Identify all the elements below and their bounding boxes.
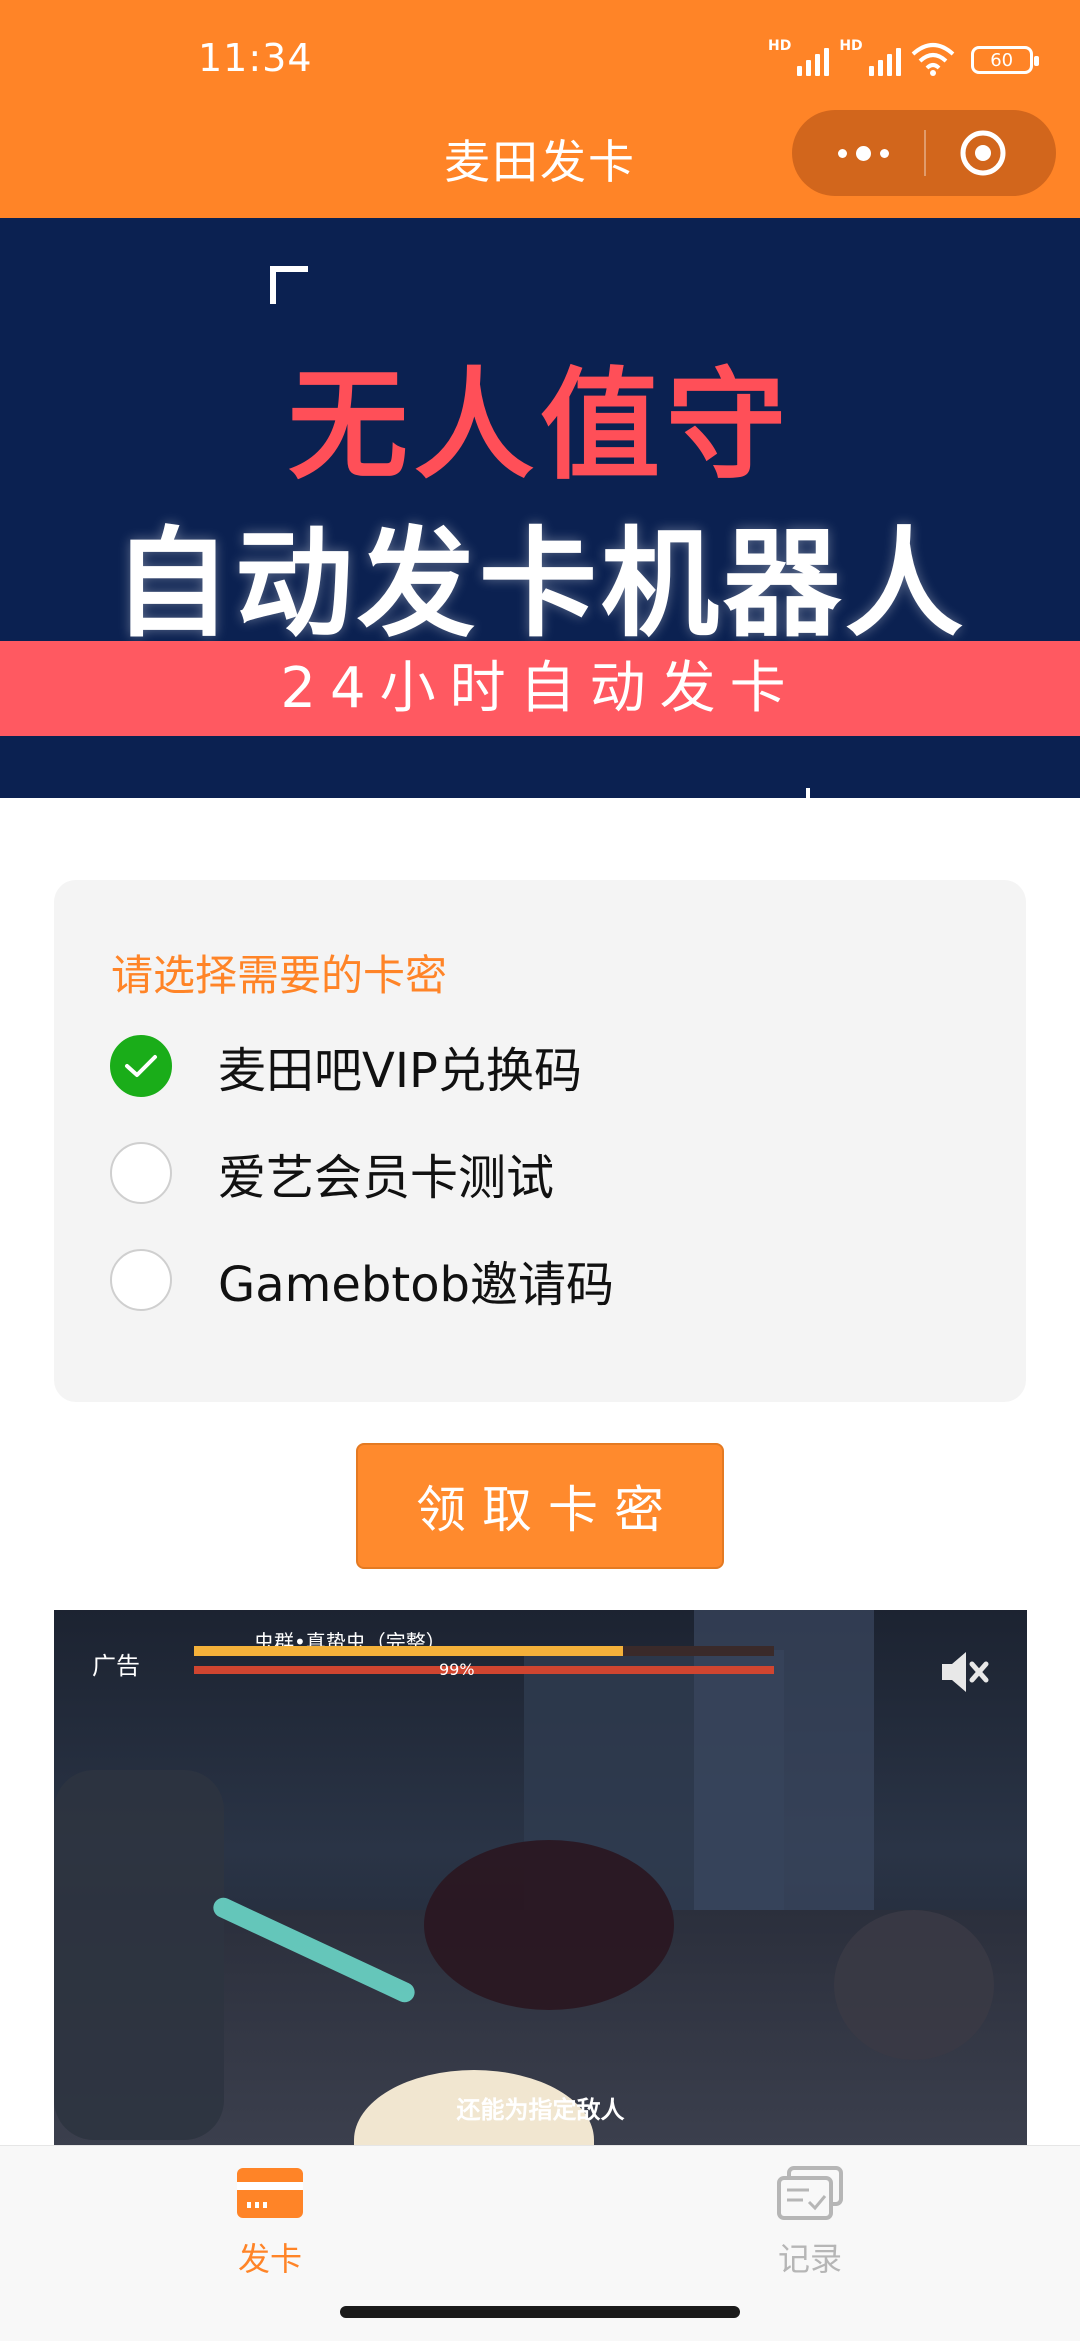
capsule-divider: [924, 130, 926, 176]
ad-enemy: [834, 1910, 994, 2060]
signal-icon-2: [868, 44, 901, 76]
battery-level: 60: [990, 49, 1014, 71]
status-time: 11:34: [198, 36, 313, 80]
card-selection-panel: 请选择需要的卡密 麦田吧VIP兑换码 爱艺会员卡测试 Gamebtob邀请码: [54, 880, 1026, 1402]
speaker-muted-icon[interactable]: [934, 1642, 994, 1702]
wifi-icon: [911, 43, 955, 76]
records-icon: [777, 2166, 843, 2220]
network-type-2: HD: [839, 38, 863, 54]
ad-hp-percent: 99%: [439, 1660, 475, 1679]
option-label: 麦田吧VIP兑换码: [218, 1043, 582, 1099]
option-item[interactable]: 爱艺会员卡测试: [110, 1133, 990, 1213]
more-dots-icon[interactable]: [828, 110, 898, 196]
battery-icon: 60: [970, 46, 1039, 74]
home-indicator[interactable]: [340, 2306, 740, 2318]
option-item[interactable]: 麦田吧VIP兑换码: [110, 1026, 990, 1106]
top-bar: 11:34 HD HD 60 麦田发卡: [0, 0, 1080, 218]
ad-bg-building: [694, 1610, 874, 1940]
selection-title: 请选择需要的卡密: [111, 951, 448, 1000]
tab-label: 发卡: [237, 2240, 302, 2278]
ad-label: 广告: [92, 1652, 140, 1680]
signal-icon: [797, 44, 830, 76]
network-type-1: HD: [768, 38, 792, 54]
radio-unchecked[interactable]: [110, 1249, 172, 1311]
checkmark-icon: [125, 1055, 157, 1077]
ad-hp-bar: [194, 1646, 774, 1656]
ad-subtitle: 还能为指定敌人: [456, 2096, 625, 2124]
option-label: 爱艺会员卡测试: [218, 1150, 555, 1206]
ad-character-mech: [54, 1770, 224, 2140]
card-icon: [237, 2168, 303, 2218]
claim-card-button[interactable]: 领取卡密: [356, 1443, 724, 1569]
option-item[interactable]: Gamebtob邀请码: [110, 1240, 990, 1320]
banner-subheadline: 自动发卡机器人: [112, 515, 967, 653]
banner-headline: 无人值守: [288, 357, 792, 496]
banner-strip: 24小时自动发卡: [0, 641, 1080, 736]
ad-hp-bar-secondary: [194, 1666, 774, 1674]
radio-checked[interactable]: [110, 1035, 172, 1097]
banner-dot: [806, 788, 810, 798]
ad-video[interactable]: 广告 虫群•真蛰虫（完整） 99% 还能为指定敌人: [54, 1610, 1027, 2145]
status-icons: HD HD 60: [768, 38, 1039, 82]
tab-label: 记录: [777, 2240, 842, 2278]
target-icon[interactable]: [958, 128, 1008, 178]
ad-hp-fill: [194, 1646, 624, 1656]
radio-unchecked[interactable]: [110, 1142, 172, 1204]
mini-program-capsule: [792, 110, 1056, 196]
corner-mark-icon: [270, 266, 308, 304]
option-label: Gamebtob邀请码: [218, 1257, 615, 1313]
tab-records[interactable]: 记录: [710, 2166, 910, 2280]
tab-issue-card[interactable]: 发卡: [170, 2166, 370, 2280]
ad-enemy: [424, 1840, 674, 2010]
promo-banner[interactable]: 无人值守 自动发卡机器人 24小时自动发卡: [0, 218, 1080, 798]
